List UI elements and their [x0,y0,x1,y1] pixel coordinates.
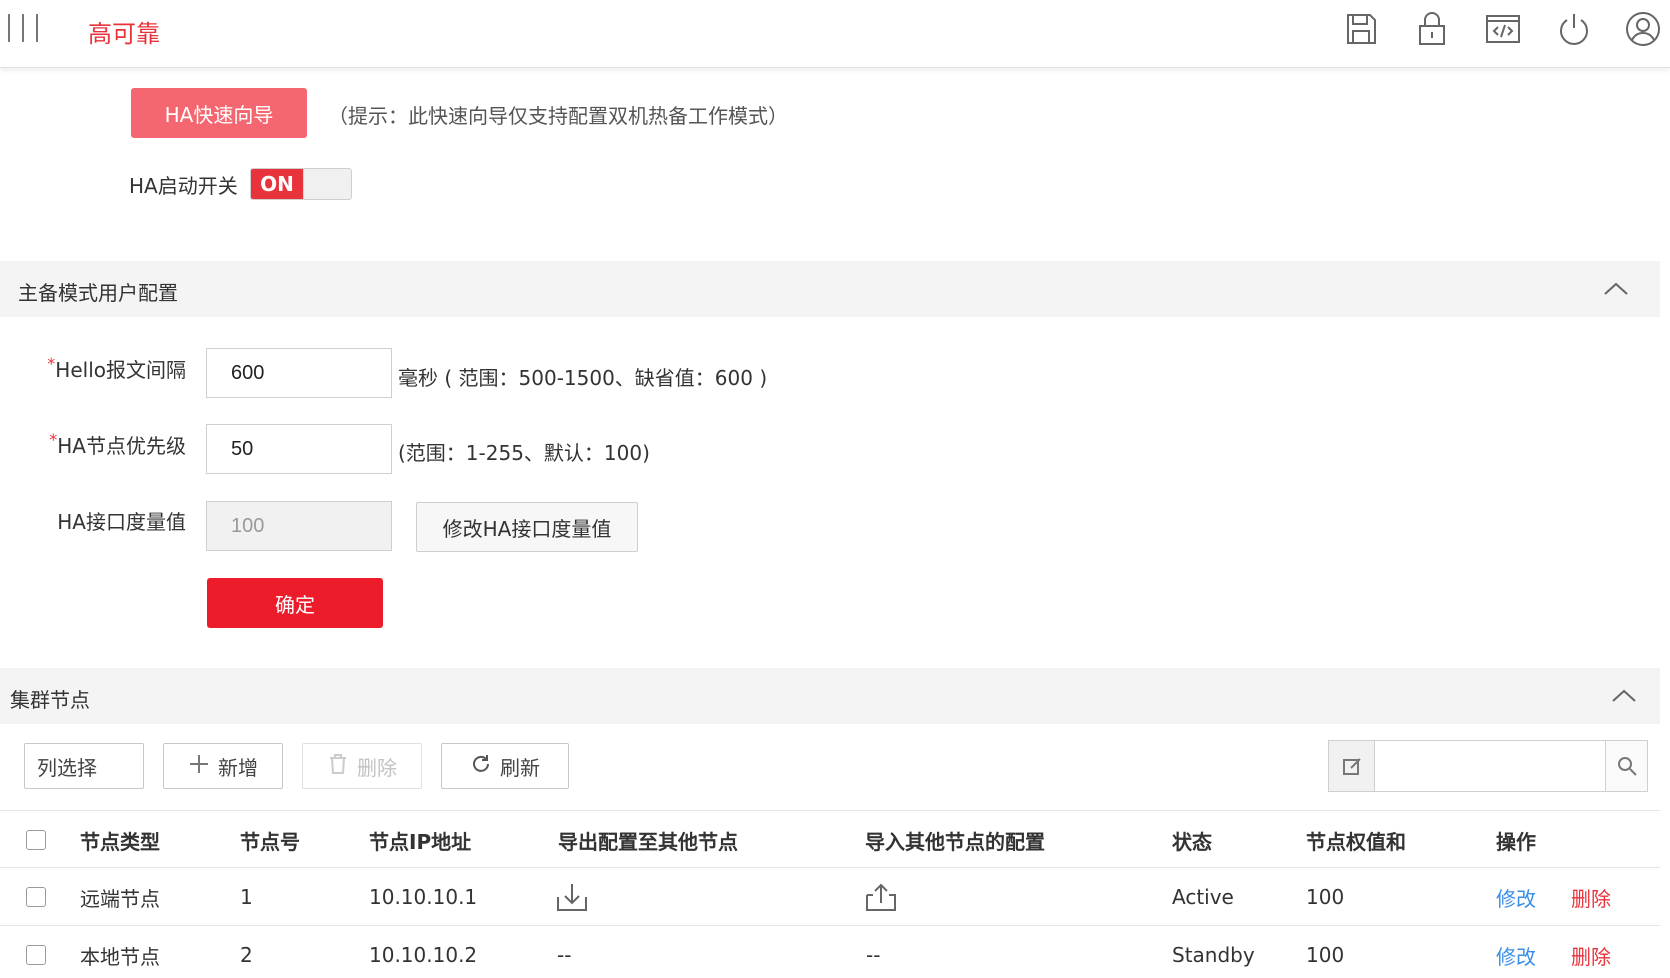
toggle-on-label: ON [251,169,303,199]
node-weight: 100 [1306,943,1345,967]
toggle-knob [303,169,351,199]
top-bar: 高可靠 [0,0,1670,68]
confirm-button[interactable]: 确定 [207,578,383,628]
export-value: -- [557,943,572,967]
node-weight: 100 [1306,885,1345,909]
ha-wizard-button[interactable]: HA快速向导 [131,88,307,138]
node-type: 本地节点 [80,944,160,969]
column-header[interactable]: 节点IP地址 [369,811,471,869]
trash-icon [327,753,349,780]
section-title: 主备模式用户配置 [18,281,178,305]
column-header[interactable]: 导入其他节点的配置 [865,811,1045,869]
lock-icon[interactable] [1413,10,1451,48]
select-all-checkbox[interactable] [26,811,46,869]
row-checkbox[interactable] [26,926,46,978]
chevron-up-icon[interactable] [1602,277,1630,301]
edit-icon[interactable] [1329,741,1375,791]
edit-link[interactable]: 修改 [1496,868,1536,926]
section-title: 集群节点 [10,688,90,712]
column-header[interactable]: 节点号 [240,811,300,869]
node-ip: 10.10.10.2 [369,943,478,967]
refresh-label: 刷新 [500,755,540,780]
interface-metric-label: HA接口度量值 [57,510,186,534]
add-label: 新增 [218,755,258,780]
delete-button[interactable]: 删除 [302,743,422,789]
node-status: Standby [1172,943,1255,967]
interface-metric-input: 100 [206,501,392,551]
delete-label: 删除 [357,755,397,780]
column-select-button[interactable]: 列选择 [24,743,144,789]
node-type: 远端节点 [80,886,160,911]
edit-link[interactable]: 修改 [1496,926,1536,978]
section-header-cluster-nodes[interactable]: 集群节点 [0,668,1660,724]
row-checkbox[interactable] [26,868,46,926]
column-header[interactable]: 导出配置至其他节点 [558,811,738,869]
upload-icon[interactable] [864,868,898,926]
hello-interval-hint: 毫秒 ( 范围：500-1500、缺省值：600 ) [398,366,768,390]
delete-link[interactable]: 删除 [1571,926,1611,978]
download-icon[interactable] [555,868,589,926]
column-header[interactable]: 状态 [1172,811,1212,869]
node-priority-label: *HA节点优先级 [49,430,186,458]
table-row: 远端节点 1 10.10.10.1 Active 100 修改 删除 [0,868,1660,926]
table-row: 本地节点 2 10.10.10.2 -- -- Standby 100 修改 删… [0,926,1660,978]
column-header: 操作 [1496,829,1536,854]
modify-metric-button[interactable]: 修改HA接口度量值 [416,502,638,552]
node-number: 1 [240,885,253,909]
node-priority-hint: (范围：1-255、默认：100) [398,441,650,465]
search-icon[interactable] [1605,741,1647,791]
column-select-label: 列选择 [37,755,97,780]
save-icon[interactable] [1342,10,1380,48]
ha-switch-label: HA启动开关 [129,174,238,198]
column-header[interactable]: 节点类型 [80,811,160,869]
table-header-row: 节点类型 节点号 节点IP地址 导出配置至其他节点 导入其他节点的配置 状态 节… [0,810,1660,868]
ha-enable-toggle[interactable]: ON [250,168,352,200]
node-number: 2 [240,943,253,967]
refresh-button[interactable]: 刷新 [441,743,569,789]
chevron-up-icon[interactable] [1610,684,1638,708]
import-value: -- [866,943,881,967]
hello-interval-input[interactable]: 600 [206,348,392,398]
node-status: Active [1172,885,1234,909]
search-box [1328,740,1648,792]
code-window-icon[interactable] [1484,10,1522,48]
hello-interval-label: *Hello报文间隔 [47,354,186,382]
plus-icon [188,753,210,780]
column-header[interactable]: 节点权值和 [1306,811,1406,869]
delete-link[interactable]: 删除 [1571,868,1611,926]
power-icon[interactable] [1555,10,1593,48]
menu-icon[interactable] [8,14,48,44]
user-icon[interactable] [1624,10,1662,48]
node-ip: 10.10.10.1 [369,885,478,909]
wizard-tip: （提示：此快速向导仅支持配置双机热备工作模式） [328,104,788,128]
node-priority-input[interactable]: 50 [206,424,392,474]
add-button[interactable]: 新增 [163,743,283,789]
search-input[interactable] [1377,743,1602,789]
section-header-master-config[interactable]: 主备模式用户配置 [0,261,1660,317]
page-title: 高可靠 [88,20,160,48]
refresh-icon [470,753,492,780]
